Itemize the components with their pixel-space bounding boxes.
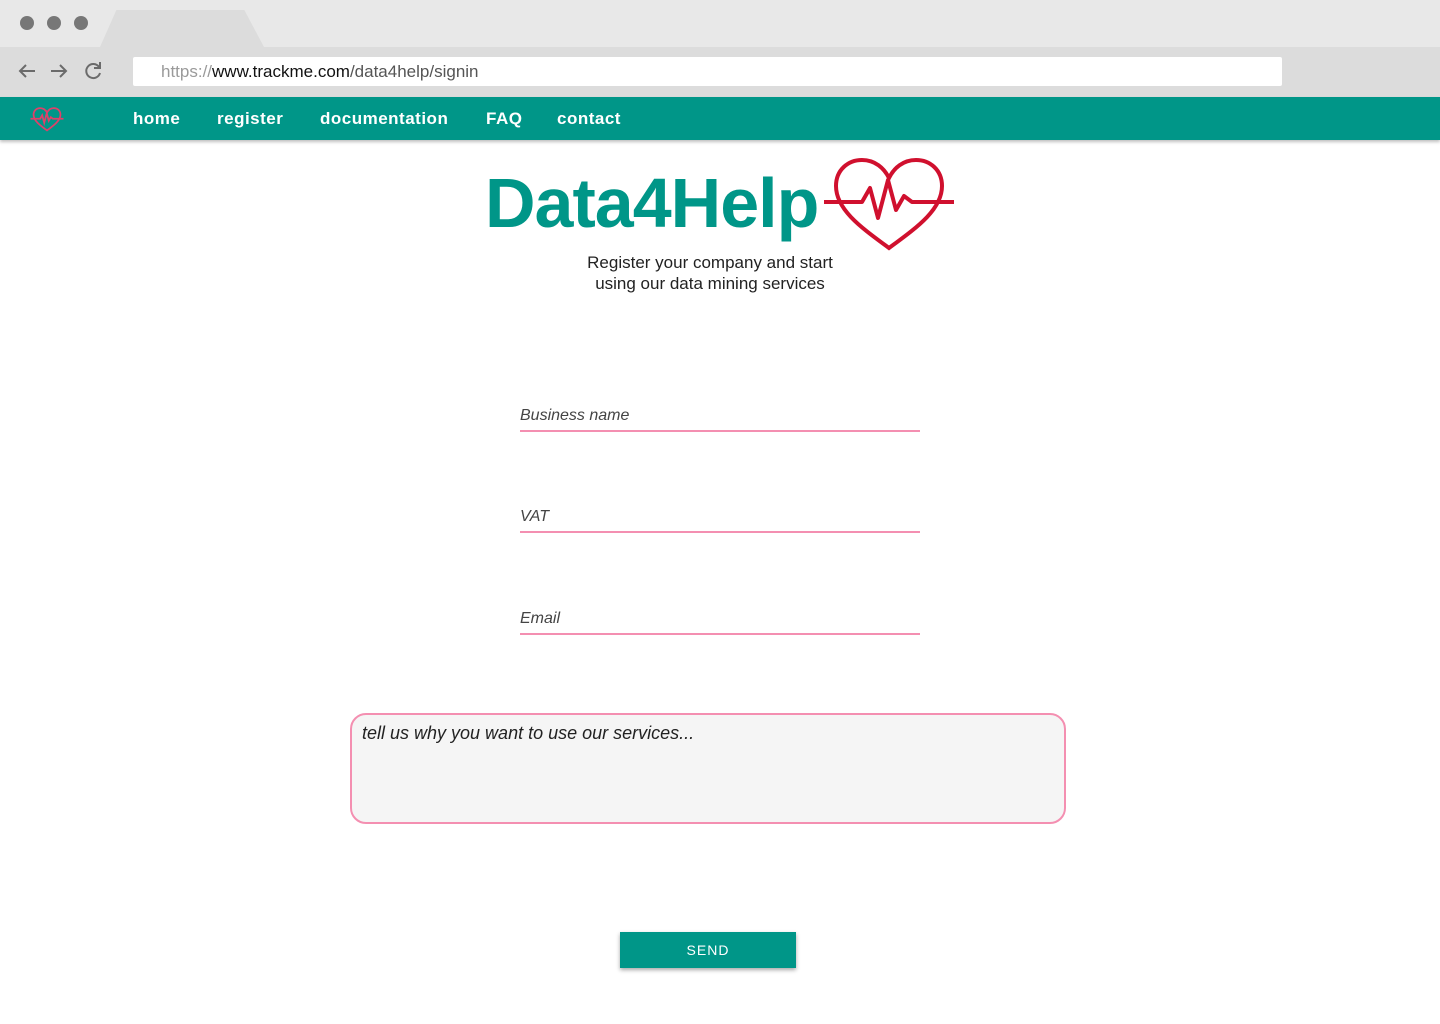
window-minimize-dot[interactable] [47, 16, 61, 30]
email-field [520, 605, 920, 635]
url-protocol: https:// [161, 62, 213, 81]
tagline-line-2: using our data mining services [595, 274, 825, 293]
main-nav: home register documentation FAQ contact [0, 97, 1440, 140]
window-maximize-dot[interactable] [74, 16, 88, 30]
tagline-line-1: Register your company and start [587, 253, 833, 272]
business-name-input[interactable] [520, 402, 920, 430]
vat-field [520, 503, 920, 533]
address-bar[interactable]: https://www.trackme.com/data4help/signin [133, 57, 1282, 86]
send-button[interactable]: SEND [620, 932, 796, 968]
arrow-right-icon[interactable] [47, 59, 71, 83]
nav-link-documentation[interactable]: documentation [320, 97, 448, 140]
arrow-left-icon[interactable] [15, 59, 39, 83]
window-close-dot[interactable] [20, 16, 34, 30]
brand-title: Data4Help [485, 164, 819, 242]
nav-link-faq[interactable]: FAQ [486, 97, 522, 140]
browser-tab[interactable] [100, 10, 264, 47]
business-name-field [520, 402, 920, 432]
browser-tab-bar [0, 0, 1440, 47]
email-input[interactable] [520, 605, 920, 633]
nav-link-home[interactable]: home [133, 97, 180, 140]
nav-link-contact[interactable]: contact [557, 97, 621, 140]
url-host: www.trackme.com [212, 62, 350, 81]
heartbeat-logo-icon [822, 152, 956, 254]
browser-toolbar: https://www.trackme.com/data4help/signin [0, 47, 1440, 97]
url-path: /data4help/signin [349, 62, 479, 81]
nav-link-register[interactable]: register [217, 97, 283, 140]
vat-input[interactable] [520, 503, 920, 531]
tagline: Register your company and start using ou… [560, 252, 860, 294]
reload-icon[interactable] [81, 59, 105, 83]
message-textarea[interactable] [362, 723, 1054, 814]
message-box [350, 713, 1066, 824]
heartbeat-icon[interactable] [30, 105, 64, 133]
